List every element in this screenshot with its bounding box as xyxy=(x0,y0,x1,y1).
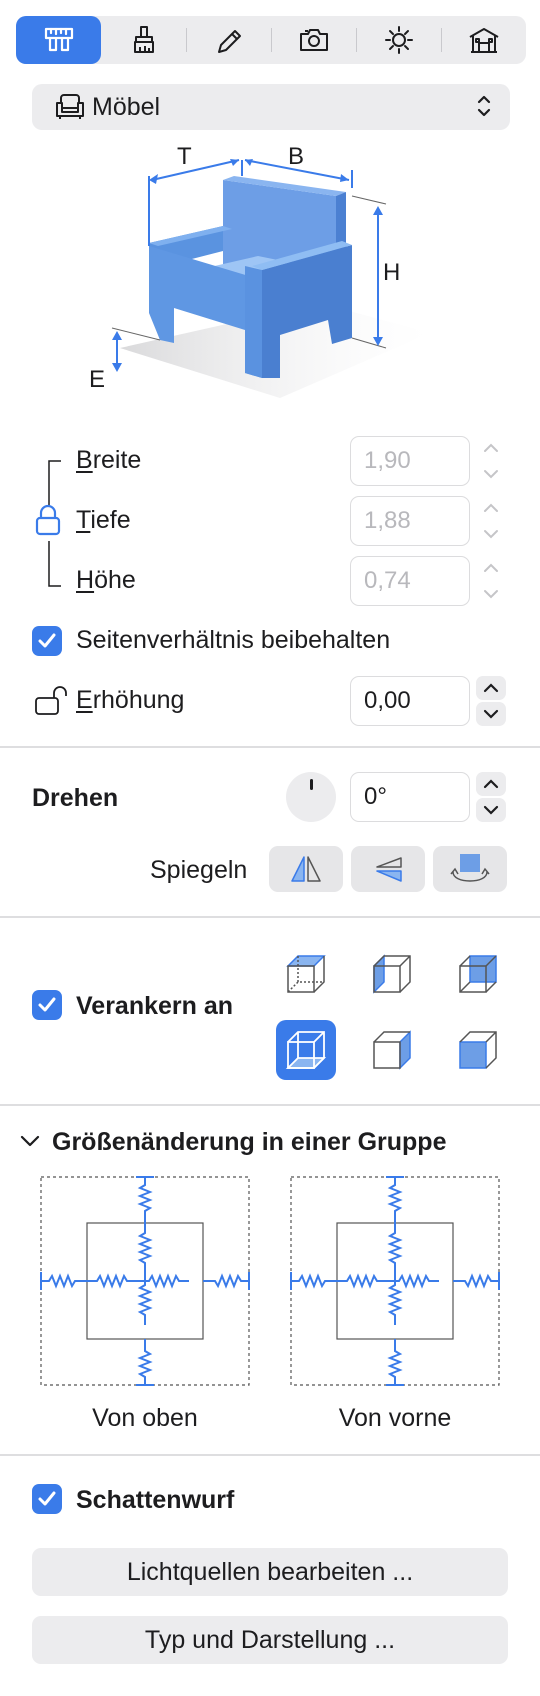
width-dim-label: B xyxy=(288,143,305,170)
mirror-horizontal-icon xyxy=(291,856,321,882)
rotation-field[interactable]: 0° xyxy=(350,772,470,822)
cube-top-icon xyxy=(286,955,326,993)
height-dim-label: H xyxy=(383,259,401,286)
elevation-label: Erhöhung xyxy=(76,686,185,714)
mirror-vertical-button[interactable] xyxy=(351,846,425,892)
chevron-up-icon xyxy=(483,683,499,693)
resize-group-title: Größenänderung in einer Gruppe xyxy=(52,1128,447,1156)
divider xyxy=(0,746,540,748)
camera-icon xyxy=(299,29,328,51)
mirror-label: Spiegeln xyxy=(150,856,248,884)
rotate-label: Drehen xyxy=(32,784,119,812)
chevron-updown-icon xyxy=(477,95,491,117)
pencil-icon xyxy=(217,30,241,53)
mirror-horizontal-button[interactable] xyxy=(269,846,343,892)
dial-indicator xyxy=(309,779,313,790)
divider xyxy=(0,916,540,918)
armchair-diagram xyxy=(111,159,430,398)
chevron-down-icon xyxy=(483,709,499,719)
anchor-bottom-button[interactable] xyxy=(276,1020,336,1080)
checkmark-icon xyxy=(38,1491,56,1506)
height-field[interactable]: 0,74 xyxy=(350,556,470,606)
anchor-left-button[interactable] xyxy=(362,944,422,1004)
checkmark-icon xyxy=(38,633,56,648)
armchair-icon xyxy=(56,94,84,119)
sun-icon xyxy=(384,26,413,54)
edit-lights-button[interactable]: Lichtquellen bearbeiten ... xyxy=(32,1548,508,1596)
resize-front-view-diagram xyxy=(290,1176,500,1386)
category-label: Möbel xyxy=(92,92,161,121)
width-field[interactable]: 1,90 xyxy=(350,436,470,486)
anchor-top-button[interactable] xyxy=(276,944,336,1004)
category-select[interactable]: Möbel xyxy=(32,84,510,130)
keep-ratio-label: Seitenverhältnis beibehalten xyxy=(76,626,391,654)
cube-front-icon xyxy=(459,1031,497,1069)
chevron-up-icon xyxy=(483,779,499,789)
tab-camera[interactable] xyxy=(271,16,356,64)
height-label: Höhe xyxy=(76,566,136,594)
house-icon xyxy=(469,28,498,53)
tab-material[interactable] xyxy=(101,16,186,64)
cube-right-icon xyxy=(373,1030,411,1070)
anchor-right-button[interactable] xyxy=(362,1020,422,1080)
depth-field[interactable]: 1,88 xyxy=(350,496,470,546)
front-view-caption: Von vorne xyxy=(338,1404,452,1432)
mirror-rotate-button[interactable] xyxy=(433,846,507,892)
rotation-stepper[interactable] xyxy=(476,772,506,822)
caliper-icon xyxy=(44,27,73,52)
keep-ratio-checkbox[interactable] xyxy=(32,626,62,656)
divider xyxy=(0,1104,540,1106)
width-stepper[interactable] xyxy=(476,436,506,486)
rotation-dial[interactable] xyxy=(286,772,336,822)
cube-left-icon xyxy=(373,954,411,994)
depth-stepper[interactable] xyxy=(476,496,506,546)
chevron-up-icon xyxy=(484,443,498,452)
tab-dimensions[interactable] xyxy=(16,16,101,64)
chevron-up-icon xyxy=(484,503,498,512)
elevation-dim-label: E xyxy=(89,366,106,393)
tab-light[interactable] xyxy=(356,16,441,64)
tab-building[interactable] xyxy=(441,16,526,64)
disclosure-chevron-icon[interactable] xyxy=(20,1134,40,1148)
shadow-label: Schattenwurf xyxy=(76,1486,235,1514)
cube-back-icon xyxy=(459,955,497,993)
chevron-down-icon xyxy=(484,530,498,539)
dimension-diagram: T B H E xyxy=(89,143,480,418)
inspector-toolbar xyxy=(16,16,526,64)
chevron-down-icon xyxy=(484,590,498,599)
top-view-caption: Von oben xyxy=(92,1404,198,1432)
chevron-down-icon xyxy=(483,805,499,815)
elevation-stepper[interactable] xyxy=(476,676,506,726)
elevation-field[interactable]: 0,00 xyxy=(350,676,470,726)
tab-edit[interactable] xyxy=(186,16,271,64)
width-label: Breite xyxy=(76,446,142,474)
mirror-rotate-icon xyxy=(450,854,490,882)
anchor-checkbox[interactable] xyxy=(32,990,62,1020)
brush-icon xyxy=(133,26,154,53)
chevron-up-icon xyxy=(484,563,498,572)
checkmark-icon xyxy=(38,997,56,1012)
anchor-front-button[interactable] xyxy=(448,1020,508,1080)
shadow-checkbox[interactable] xyxy=(32,1484,62,1514)
anchor-back-button[interactable] xyxy=(448,944,508,1004)
type-appearance-button[interactable]: Typ und Darstellung ... xyxy=(32,1616,508,1664)
anchor-label: Verankern an xyxy=(76,992,234,1020)
chevron-down-icon xyxy=(484,470,498,479)
lock-closed-icon[interactable] xyxy=(34,504,62,536)
resize-top-view-diagram xyxy=(40,1176,250,1386)
lock-open-icon[interactable] xyxy=(34,684,68,716)
cube-bottom-icon xyxy=(285,1031,327,1069)
depth-dim-label: T xyxy=(177,143,192,170)
depth-label: Tiefe xyxy=(76,506,131,534)
height-stepper[interactable] xyxy=(476,556,506,606)
mirror-vertical-icon xyxy=(376,857,402,882)
divider xyxy=(0,1454,540,1456)
